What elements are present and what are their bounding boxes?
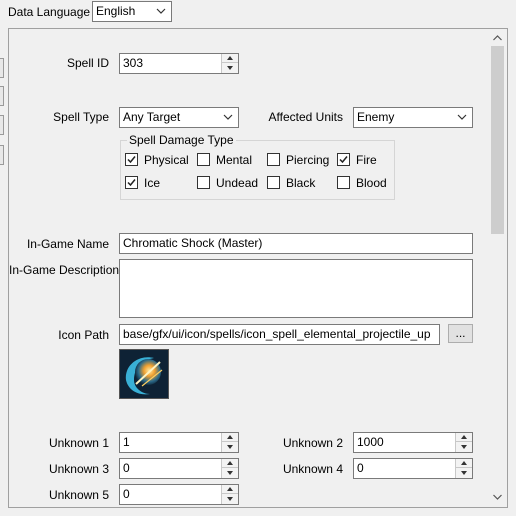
- spell-damage-type-title: Spell Damage Type: [127, 133, 236, 147]
- chevron-down-icon: [156, 8, 166, 14]
- affected-units-label: Affected Units: [268, 110, 343, 124]
- spin-up-icon[interactable]: [222, 54, 238, 63]
- spell-type-value: Any Target: [123, 110, 181, 124]
- unknown-5-label: Unknown 5: [48, 488, 109, 502]
- mental-checkbox[interactable]: [197, 153, 210, 166]
- spin-up-icon[interactable]: [222, 485, 238, 494]
- check-icon: [127, 156, 136, 164]
- unknown-1-label: Unknown 1: [48, 436, 109, 450]
- unknown-5-field[interactable]: 0: [119, 484, 239, 505]
- ingame-name-field[interactable]: Chromatic Shock (Master): [119, 233, 473, 254]
- blood-label: Blood: [356, 176, 387, 190]
- ingame-name-label: In-Game Name: [26, 237, 109, 251]
- undead-checkbox[interactable]: [197, 176, 210, 189]
- unknown-4-label: Unknown 4: [282, 462, 343, 476]
- browse-button[interactable]: ...: [448, 324, 473, 343]
- black-label: Black: [286, 176, 316, 190]
- fire-checkbox[interactable]: [337, 153, 350, 166]
- unknown-1-spinner[interactable]: [221, 433, 238, 452]
- unknown-3-value: 0: [123, 461, 130, 475]
- data-language-label: Data Language: [8, 5, 91, 19]
- check-icon: [339, 156, 348, 164]
- unknown-3-spinner[interactable]: [221, 459, 238, 478]
- spell-elemental-projectile-icon: [120, 350, 168, 398]
- chevron-down-icon: [457, 114, 467, 120]
- side-tab[interactable]: [0, 145, 4, 165]
- ingame-description-field[interactable]: [119, 259, 473, 318]
- spin-down-icon[interactable]: [222, 63, 238, 72]
- spin-up-icon[interactable]: [222, 459, 238, 468]
- vertical-scrollbar[interactable]: [489, 30, 506, 506]
- unknown-2-spinner[interactable]: [455, 433, 472, 452]
- unknown-2-value: 1000: [357, 435, 384, 449]
- side-tab[interactable]: [0, 58, 4, 78]
- spin-up-icon[interactable]: [456, 433, 472, 442]
- side-tab[interactable]: [0, 86, 4, 106]
- physical-label: Physical: [144, 153, 189, 167]
- unknown-3-field[interactable]: 0: [119, 458, 239, 479]
- black-checkbox[interactable]: [267, 176, 280, 189]
- data-language-select[interactable]: English: [92, 1, 172, 22]
- blood-checkbox[interactable]: [337, 176, 350, 189]
- spell-id-label: Spell ID: [66, 56, 109, 70]
- unknown-3-label: Unknown 3: [48, 462, 109, 476]
- piercing-label: Piercing: [286, 153, 330, 167]
- spin-down-icon[interactable]: [222, 442, 238, 451]
- physical-checkbox[interactable]: [125, 153, 138, 166]
- scrollbar-thumb[interactable]: [491, 46, 504, 234]
- spell-id-spinner[interactable]: [221, 54, 238, 73]
- spell-editor-panel: Spell ID 303 Spell Type Any Target Affec…: [8, 28, 508, 508]
- unknown-1-field[interactable]: 1: [119, 432, 239, 453]
- undead-label: Undead: [216, 176, 259, 190]
- mental-label: Mental: [216, 153, 253, 167]
- chevron-down-icon: [223, 114, 233, 120]
- unknown-5-spinner[interactable]: [221, 485, 238, 504]
- check-icon: [127, 179, 136, 187]
- spell-icon-preview: [119, 349, 169, 399]
- unknown-5-value: 0: [123, 487, 130, 501]
- spin-down-icon[interactable]: [456, 442, 472, 451]
- spin-down-icon[interactable]: [222, 494, 238, 503]
- icon-path-value: base/gfx/ui/icon/spells/icon_spell_eleme…: [123, 327, 431, 341]
- unknown-2-field[interactable]: 1000: [353, 432, 473, 453]
- spin-down-icon[interactable]: [222, 468, 238, 477]
- icon-path-field[interactable]: base/gfx/ui/icon/spells/icon_spell_eleme…: [119, 324, 440, 345]
- unknown-4-field[interactable]: 0: [353, 458, 473, 479]
- data-language-value: English: [96, 4, 136, 18]
- fire-label: Fire: [356, 153, 377, 167]
- ice-label: Ice: [144, 176, 161, 190]
- piercing-checkbox[interactable]: [267, 153, 280, 166]
- unknown-4-spinner[interactable]: [455, 459, 472, 478]
- spell-id-value: 303: [123, 56, 144, 70]
- chevron-down-icon[interactable]: [492, 492, 503, 502]
- side-tab[interactable]: [0, 115, 4, 135]
- ice-checkbox[interactable]: [125, 176, 138, 189]
- ingame-description-label: In-Game Description: [9, 263, 120, 277]
- unknown-4-value: 0: [357, 461, 364, 475]
- spell-type-select[interactable]: Any Target: [119, 107, 239, 128]
- spell-id-field[interactable]: 303: [119, 53, 239, 74]
- unknown-2-label: Unknown 2: [282, 436, 343, 450]
- chevron-up-icon[interactable]: [492, 33, 503, 43]
- affected-units-value: Enemy: [357, 110, 395, 124]
- spin-up-icon[interactable]: [222, 433, 238, 442]
- spin-down-icon[interactable]: [456, 468, 472, 477]
- spell-damage-type-group: Spell Damage Type: [120, 133, 395, 200]
- spell-type-label: Spell Type: [53, 110, 109, 124]
- ingame-name-value: Chromatic Shock (Master): [123, 236, 263, 250]
- affected-units-select[interactable]: Enemy: [353, 107, 473, 128]
- spin-up-icon[interactable]: [456, 459, 472, 468]
- icon-path-label: Icon Path: [58, 328, 109, 342]
- unknown-1-value: 1: [123, 435, 130, 449]
